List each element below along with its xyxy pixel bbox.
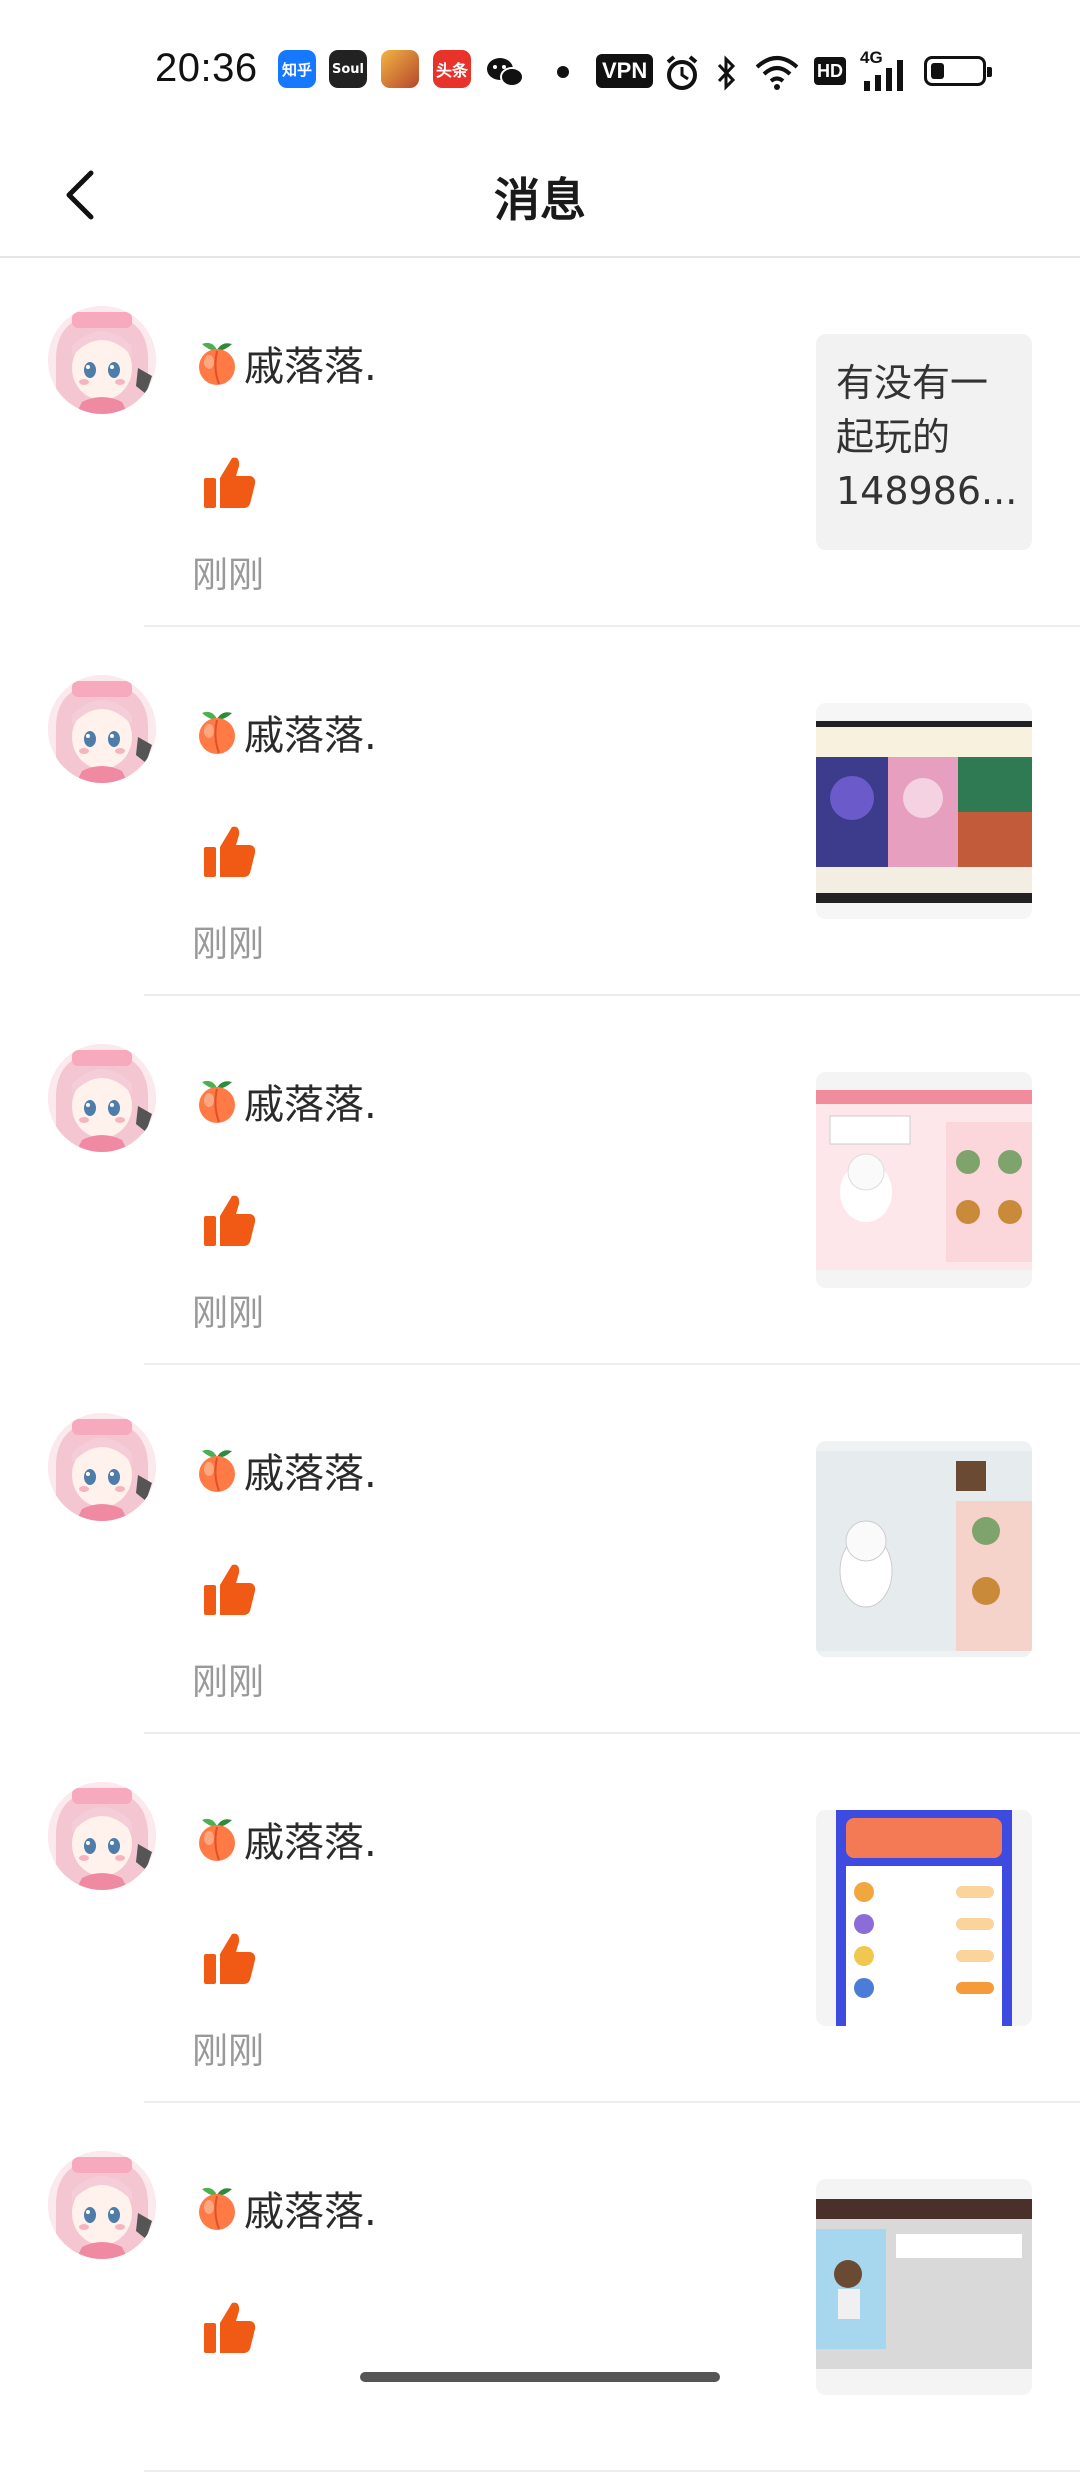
message-item[interactable]: 戚落落. 刚刚 xyxy=(0,627,1080,996)
peach-icon xyxy=(192,707,244,757)
post-thumbnail[interactable] xyxy=(816,1810,1032,2026)
signal-icon xyxy=(864,60,903,91)
vpn-label: VPN xyxy=(602,58,648,83)
bluetooth-icon xyxy=(717,55,736,91)
avatar[interactable] xyxy=(48,1044,156,1152)
post-thumbnail[interactable] xyxy=(816,2179,1032,2395)
user-name[interactable]: 戚落落. xyxy=(192,1810,377,1868)
battery-icon xyxy=(924,56,992,86)
avatar[interactable] xyxy=(48,306,156,414)
game-icon xyxy=(381,50,419,88)
thumb-text: 有没有一起玩的 148986... xyxy=(816,334,1032,518)
zhihu-icon: 知乎 xyxy=(278,50,316,88)
user-name-text: 戚落落. xyxy=(244,344,377,390)
notification-dot-icon xyxy=(557,66,569,78)
vpn-icon: VPN xyxy=(596,54,654,88)
header: 消息 xyxy=(0,140,1080,258)
user-name[interactable]: 戚落落. xyxy=(192,1072,377,1130)
zhihu-label: 知乎 xyxy=(281,60,312,79)
message-time: 刚刚 xyxy=(192,924,265,965)
peach-icon xyxy=(192,2183,244,2233)
page-title: 消息 xyxy=(494,173,586,227)
message-item[interactable]: 戚落落. 刚刚 xyxy=(0,1734,1080,2103)
user-name-text: 戚落落. xyxy=(244,713,377,759)
battery-level xyxy=(931,63,944,79)
avatar[interactable] xyxy=(48,1782,156,1890)
user-name[interactable]: 戚落落. xyxy=(192,703,377,761)
status-bar: 20:36 知乎 Soul 头条 VPN HD 4G xyxy=(0,0,1080,140)
user-name-text: 戚落落. xyxy=(244,1451,377,1497)
peach-icon xyxy=(192,1445,244,1495)
peach-icon xyxy=(192,338,244,388)
avatar[interactable] xyxy=(48,2151,156,2259)
wifi-icon xyxy=(755,56,799,90)
user-name[interactable]: 戚落落. xyxy=(192,2179,377,2237)
post-thumbnail[interactable] xyxy=(816,703,1032,919)
wechat-icon xyxy=(487,58,524,87)
user-name[interactable]: 戚落落. xyxy=(192,334,377,392)
hd-label: HD xyxy=(817,61,843,81)
post-thumbnail[interactable] xyxy=(816,1072,1032,1288)
user-name[interactable]: 戚落落. xyxy=(192,1441,377,1499)
post-thumbnail[interactable]: 有没有一起玩的 148986... xyxy=(816,334,1032,550)
thumb-text-line: 148986... xyxy=(836,469,1016,513)
peach-icon xyxy=(192,1076,244,1126)
user-name-text: 戚落落. xyxy=(244,1082,377,1128)
message-item[interactable]: 戚落落. 刚刚 有没有一起玩的 148986... xyxy=(0,258,1080,627)
toutiao-label: 头条 xyxy=(435,61,468,80)
hd-icon: HD xyxy=(814,57,846,85)
soul-icon: Soul xyxy=(329,50,367,88)
avatar[interactable] xyxy=(48,675,156,783)
message-item[interactable]: 戚落落. 刚刚 xyxy=(0,1365,1080,1734)
user-name-text: 戚落落. xyxy=(244,2189,377,2235)
user-name-text: 戚落落. xyxy=(244,1820,377,1866)
post-thumbnail[interactable] xyxy=(816,1441,1032,1657)
avatar[interactable] xyxy=(48,1413,156,1521)
message-list: 戚落落. 刚刚 有没有一 起玩的 148986... 戚落落. 刚刚 戚落落. … xyxy=(0,258,1080,2472)
toutiao-icon: 头条 xyxy=(433,50,471,88)
home-indicator[interactable] xyxy=(360,2372,720,2382)
alarm-icon xyxy=(666,55,698,90)
message-time: 刚刚 xyxy=(192,1293,265,1334)
peach-icon xyxy=(192,1814,244,1864)
status-time: 20:36 xyxy=(155,46,258,90)
thumb-text-line: 起玩的 xyxy=(836,415,951,459)
message-item[interactable]: 戚落落. xyxy=(0,2103,1080,2472)
message-item[interactable]: 戚落落. 刚刚 xyxy=(0,996,1080,1365)
message-time: 刚刚 xyxy=(192,2031,265,2072)
message-time: 刚刚 xyxy=(192,1662,265,1703)
soul-label: Soul xyxy=(331,61,364,77)
message-time: 刚刚 xyxy=(192,555,265,596)
thumb-text-line: 有没有一 xyxy=(836,361,989,405)
